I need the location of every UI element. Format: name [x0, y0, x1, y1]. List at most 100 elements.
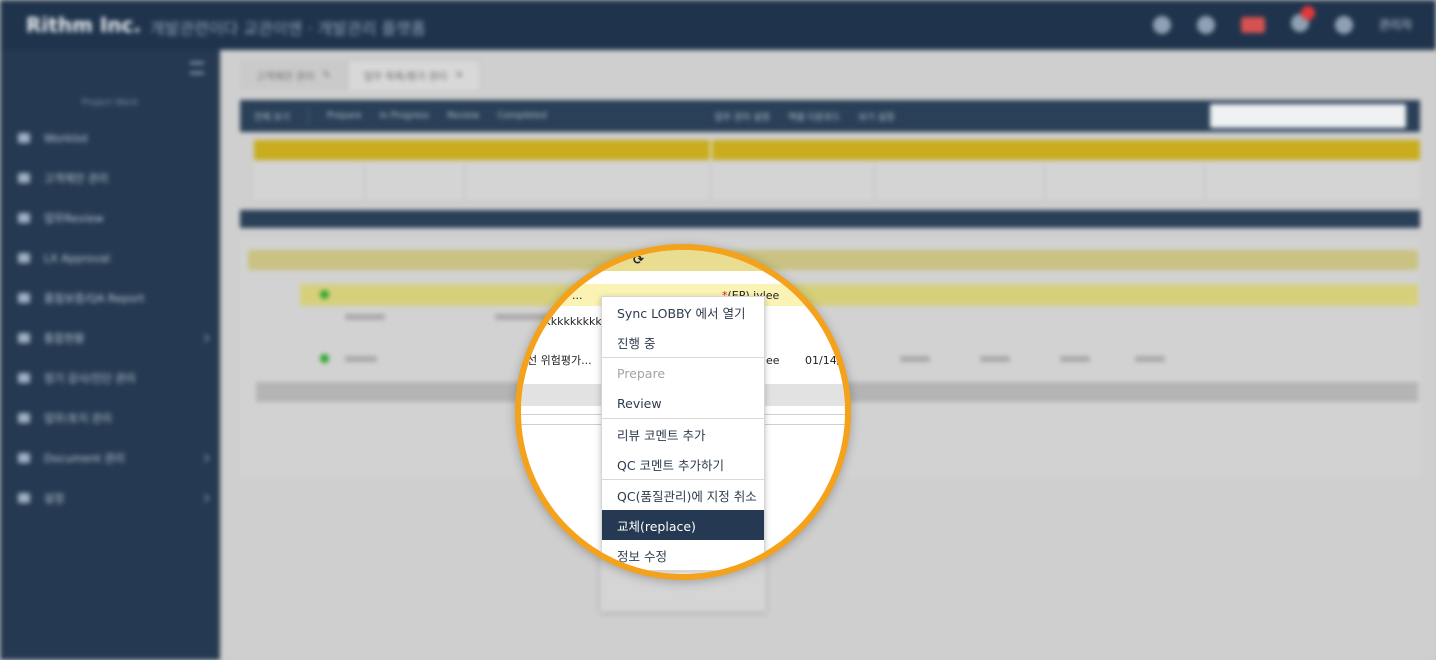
sidebar-item[interactable]: 통합현황: [18, 328, 210, 348]
menu-item-add-review-comment[interactable]: 리뷰 코멘트 추가: [602, 419, 764, 449]
row-title: ...: [572, 289, 583, 302]
sidebar-item[interactable]: 업무/포지 관리: [18, 408, 208, 428]
lock-icon[interactable]: [1196, 15, 1215, 34]
brand-logo[interactable]: Rithm Inc.: [26, 13, 141, 37]
bell-icon[interactable]: [1290, 6, 1315, 35]
menu-item-in-progress[interactable]: 진행 중: [602, 327, 764, 357]
top-bar: Rithm Inc. 개발관련이다 교관이엔 · 개발관리 플랫폼 관리자: [0, 0, 1436, 50]
context-menu: Sync LOBBY 에서 열기 진행 중 Prepare Review 리뷰 …: [601, 296, 765, 571]
menu-item-add-qc-comment[interactable]: QC 코멘트 추가하기: [602, 449, 764, 479]
pin-icon: ✎: [322, 69, 331, 81]
toolbar-settings[interactable]: 업무 관리 설정: [714, 110, 769, 123]
sidebar-item-label: 설정: [44, 492, 65, 505]
sidebar-item-label: 통합현황: [44, 332, 85, 345]
magnifier-lens: ⟳ ... *(EP) jylee kkkkkkkkkk 선 위험평가... e…: [515, 244, 851, 580]
cell-text: [1060, 356, 1090, 362]
sidebar-item[interactable]: 설정: [18, 488, 210, 508]
toolbar-view[interactable]: 보기 설정: [858, 110, 894, 123]
menu-item-review[interactable]: Review: [602, 388, 764, 418]
sidebar-item-label: 정기 감사/진단 관리: [44, 372, 136, 385]
divider: [307, 107, 309, 125]
sidebar-item-label: Worklist: [44, 131, 89, 145]
tab[interactable]: 고객제안 관리 ✎: [240, 60, 347, 90]
status-dot: [320, 290, 329, 299]
collapse-icon[interactable]: [190, 62, 204, 74]
tab-active[interactable]: 업무 목록/평가 관리 ✕: [346, 60, 481, 90]
cell-text: [345, 356, 377, 362]
sync-icon[interactable]: ⟳: [633, 253, 644, 268]
filter-in-progress[interactable]: In Progress: [380, 111, 430, 121]
tab-label: 업무 목록/평가 관리: [363, 72, 448, 83]
menu-item-replace[interactable]: 교체(replace): [602, 510, 764, 540]
tab-label: 고객제안 관리: [256, 71, 315, 83]
close-icon[interactable]: ✕: [455, 70, 463, 81]
sidebar-item-label: Document 관리: [44, 452, 125, 465]
breadcrumb: 개발관련이다 교관이엔 · 개발관리 플랫폼: [150, 19, 426, 38]
user-menu[interactable]: 관리자: [1379, 16, 1412, 33]
sidebar-item-label: LX Approval: [44, 251, 110, 265]
filter-all[interactable]: 전체 보기: [254, 110, 290, 123]
menu-icon: [18, 253, 30, 263]
filter-review[interactable]: Review: [447, 111, 479, 121]
menu-item-prepare: Prepare: [617, 365, 666, 381]
sidebar-item-label: 업무Review: [44, 212, 104, 225]
chevron-down-icon: [200, 333, 210, 343]
help-icon[interactable]: [1334, 15, 1353, 34]
divider: [1204, 162, 1205, 202]
divider: [874, 162, 875, 202]
sidebar-item[interactable]: 품질보증/QA Report: [18, 288, 208, 308]
menu-icon: [18, 493, 30, 503]
cell-text: [1135, 356, 1165, 362]
menu-icon: [18, 373, 30, 383]
sidebar-item-label: 고객제안 관리: [44, 172, 109, 185]
filter-prepare[interactable]: Prepare: [327, 111, 362, 121]
divider: [1044, 162, 1045, 202]
sidebar-item[interactable]: Document 관리: [18, 448, 210, 468]
filter-completed[interactable]: Completed: [497, 111, 546, 121]
flag-icon[interactable]: [1240, 16, 1265, 33]
section-toolbar: [240, 210, 1420, 228]
grid-group-header: [254, 140, 1420, 160]
menu-item-edit-info[interactable]: 정보 수정: [602, 540, 764, 570]
row-title: 선 위험평가...: [527, 354, 592, 367]
sidebar-item[interactable]: 고객제안 관리: [18, 168, 208, 188]
sidebar-item[interactable]: 업무Review: [18, 208, 208, 228]
menu-icon: [18, 413, 30, 423]
divider: [464, 162, 465, 202]
cell-text: [345, 314, 385, 320]
menu-icon: [18, 213, 30, 223]
sidebar: Project Work Worklist 고객제안 관리 업무Review L…: [0, 50, 220, 660]
grid-toolbar: 전체 보기 Prepare In Progress Review Complet…: [240, 100, 1420, 132]
menu-item-open-sync-lobby[interactable]: Sync LOBBY 에서 열기: [602, 297, 764, 327]
divider: [710, 140, 712, 160]
screen: Rithm Inc. 개발관련이다 교관이엔 · 개발관리 플랫폼 관리자 Pr…: [0, 0, 1436, 660]
chevron-down-icon: [200, 493, 210, 503]
sidebar-item[interactable]: Worklist: [18, 128, 208, 148]
menu-icon: [18, 453, 30, 463]
row-date: 01/14/: [805, 354, 841, 367]
toolbar-excel[interactable]: 엑셀 다운로드: [788, 110, 841, 123]
row-code: kkkkkkkkkk: [538, 315, 602, 328]
table-row[interactable]: [300, 284, 1418, 306]
row-owner: ee: [766, 354, 780, 367]
sidebar-item[interactable]: 정기 감사/진단 관리: [18, 368, 208, 388]
search-input[interactable]: [1210, 104, 1406, 128]
menu-icon: [18, 333, 30, 343]
menu-item-cancel-qc[interactable]: QC(품질관리)에 지정 취소: [602, 480, 764, 510]
sidebar-item[interactable]: LX Approval: [18, 248, 208, 268]
sidebar-item-label: 업무/포지 관리: [44, 412, 112, 425]
sidebar-item-label: 품질보증/QA Report: [44, 292, 145, 305]
cell-text: [900, 356, 930, 362]
chevron-down-icon: [200, 453, 210, 463]
menu-icon: [18, 293, 30, 303]
sidebar-project-label: Project Work: [81, 98, 139, 108]
menu-icon: [18, 173, 30, 183]
divider: [364, 162, 365, 202]
tab-strip: 고객제안 관리 ✎ 업무 목록/평가 관리 ✕: [240, 60, 481, 90]
menu-icon: [18, 133, 30, 143]
globe-icon[interactable]: [1152, 15, 1171, 34]
cell-text: [980, 356, 1010, 362]
top-right-actions: 관리자: [1152, 6, 1412, 35]
grid-column-header: [254, 162, 1420, 202]
magnified-area: ⟳ ... *(EP) jylee kkkkkkkkkk 선 위험평가... e…: [521, 250, 845, 574]
